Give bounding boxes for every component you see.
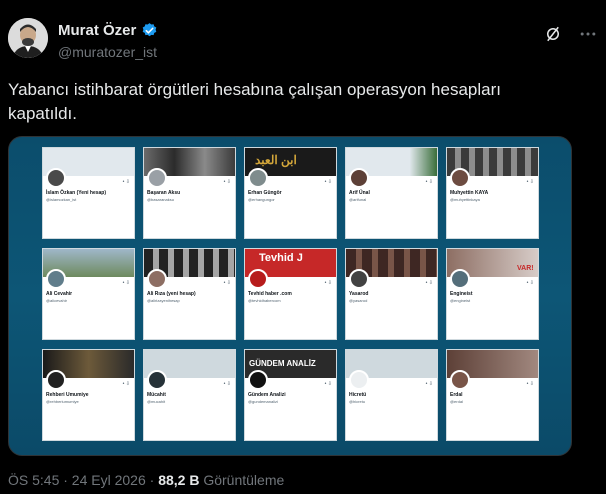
views-label: Görüntüleme: [203, 472, 285, 488]
profile-card: • ⇩ Başaran Aksu @basaranaksu: [143, 147, 236, 239]
author-name[interactable]: Murat Özer: [58, 22, 136, 39]
profile-card: • ⇩ Ali Cevahir @alicevahir: [42, 248, 135, 340]
profile-card: • ⇩ Hicretü @hicretu: [345, 349, 438, 441]
tweet-timestamp[interactable]: ÖS 5:45 · 24 Eyl 2026 ·: [8, 472, 154, 488]
view-count: 88,2 B: [158, 472, 200, 488]
author-handle[interactable]: @muratozer_ist: [58, 44, 157, 60]
tweet-header: Murat Özer @muratozer_ist: [8, 18, 598, 66]
profile-card: • ⇩ Ali Rıza (yeni hesap) @alirizayenihe…: [143, 248, 236, 340]
verified-icon: [143, 23, 157, 37]
profile-card: Tevhid J • ⇩ Tevhid haber .com @tevhidha…: [244, 248, 337, 340]
profile-card: • ⇩ Mücahit @mucahit: [143, 349, 236, 441]
profile-card: • ⇩ İslam Özkan (Yeni hesap) @islamozkan…: [42, 147, 135, 239]
profile-card: • ⇩ Rehberi Umumiye @rehberiumumiye: [42, 349, 135, 441]
profile-card: VAR! • ⇩ Engineist @engineist: [446, 248, 539, 340]
profile-card: • ⇩ Muhyettin KAYA @muhyettinkaya: [446, 147, 539, 239]
more-icon[interactable]: [578, 24, 598, 44]
profile-card: • ⇩ Arif Ünal @arifunal: [345, 147, 438, 239]
tweet-text: Yabancı istihbarat örgütleri hesabına ça…: [8, 80, 501, 123]
profile-card: • ⇩ Erdal @erdal: [446, 349, 539, 441]
profile-card: GÜNDEM ANALİZ • ⇩ Gündem Analizi @gundem…: [244, 349, 337, 441]
tweet-footer: ÖS 5:45 · 24 Eyl 2026 · 88,2 B Görüntüle…: [8, 472, 284, 488]
profile-card: ابن العبد • ⇩ Erhan Güngör @erhangungor: [244, 147, 337, 239]
author-avatar[interactable]: [8, 18, 48, 58]
grok-icon[interactable]: [544, 25, 562, 43]
tweet-media[interactable]: • ⇩ İslam Özkan (Yeni hesap) @islamozkan…: [8, 136, 572, 456]
profile-card: • ⇩ Yasarod @yasarod: [345, 248, 438, 340]
